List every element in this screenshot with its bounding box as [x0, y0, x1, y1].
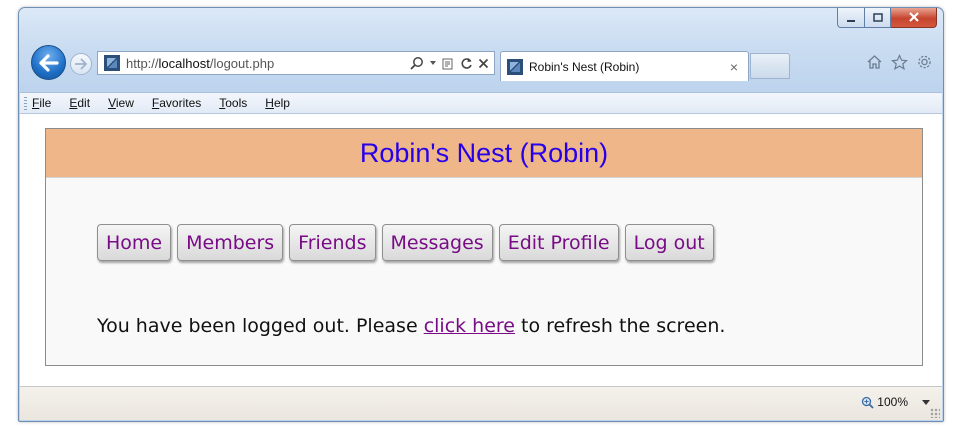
menu-favorites[interactable]: Favorites — [152, 96, 201, 110]
refresh-icon[interactable] — [460, 57, 473, 70]
close-window-button[interactable] — [891, 8, 937, 28]
zoom-magnifier-icon — [862, 396, 874, 409]
logout-message: You have been logged out. Please click h… — [97, 315, 725, 337]
nav-messages-button[interactable]: Messages — [381, 224, 493, 261]
message-text-before: You have been logged out. Please — [97, 315, 424, 337]
site-header: Robin's Nest (Robin) — [46, 129, 922, 178]
compatibility-view-icon[interactable] — [442, 57, 455, 70]
zoom-control[interactable]: 100% — [861, 395, 908, 409]
minimize-icon — [847, 19, 855, 22]
gear-icon[interactable] — [916, 54, 933, 70]
page-content: Robin's Nest (Robin) Home Members Friend… — [20, 114, 942, 386]
back-arrow-icon — [38, 53, 59, 72]
dropdown-arrow-icon[interactable] — [429, 59, 437, 67]
tab-close-button[interactable]: × — [730, 59, 738, 75]
browser-window: http://localhost/logout.php Robin's Nest… — [18, 7, 944, 422]
address-bar[interactable]: http://localhost/logout.php — [97, 51, 495, 75]
zoom-dropdown-icon[interactable] — [922, 400, 930, 405]
menu-file[interactable]: File — [32, 96, 51, 110]
address-url: http://localhost/logout.php — [126, 55, 275, 71]
maximize-icon — [872, 12, 883, 22]
message-text-after: to refresh the screen. — [515, 315, 726, 337]
nav-log-out-button[interactable]: Log out — [624, 224, 714, 261]
menu-help[interactable]: Help — [265, 96, 290, 110]
search-icon[interactable] — [410, 56, 424, 70]
window-caption-buttons — [837, 8, 937, 28]
maximize-button[interactable] — [865, 8, 891, 28]
home-icon[interactable] — [866, 54, 883, 70]
menu-edit[interactable]: Edit — [69, 96, 90, 110]
forward-arrow-icon — [75, 58, 88, 70]
tab-title: Robin's Nest (Robin) — [529, 59, 640, 74]
tab-active[interactable]: Robin's Nest (Robin) × — [500, 51, 749, 81]
toolbar-grip[interactable] — [24, 97, 27, 111]
menu-view[interactable]: View — [108, 96, 134, 110]
nav-home-button[interactable]: Home — [97, 224, 172, 261]
tab-favicon-icon — [507, 58, 523, 75]
nav-friends-button[interactable]: Friends — [289, 224, 376, 261]
site-title: Robin's Nest (Robin) — [359, 137, 609, 168]
menu-tools[interactable]: Tools — [219, 96, 247, 110]
zoom-level: 100% — [877, 395, 908, 409]
site-favicon-icon — [104, 55, 120, 71]
nav-members-button[interactable]: Members — [177, 224, 284, 261]
toolbar-right-icons — [866, 54, 933, 70]
stop-icon[interactable] — [478, 58, 489, 69]
resize-grip[interactable] — [930, 408, 940, 418]
status-bar: 100% — [20, 386, 942, 420]
menu-bar: File Edit View Favorites Tools Help — [20, 92, 942, 114]
favorites-star-icon[interactable] — [891, 54, 908, 70]
nav-edit-profile-button[interactable]: Edit Profile — [498, 224, 619, 261]
forward-button[interactable] — [70, 53, 92, 75]
minimize-button[interactable] — [837, 8, 865, 28]
close-icon — [908, 12, 919, 22]
address-tools — [410, 56, 494, 70]
refresh-link[interactable]: click here — [424, 315, 515, 337]
site-container: Robin's Nest (Robin) Home Members Friend… — [45, 128, 923, 366]
new-tab-button[interactable] — [750, 53, 790, 79]
back-button[interactable] — [31, 45, 66, 80]
site-nav: Home Members Friends Messages Edit Profi… — [97, 224, 714, 261]
